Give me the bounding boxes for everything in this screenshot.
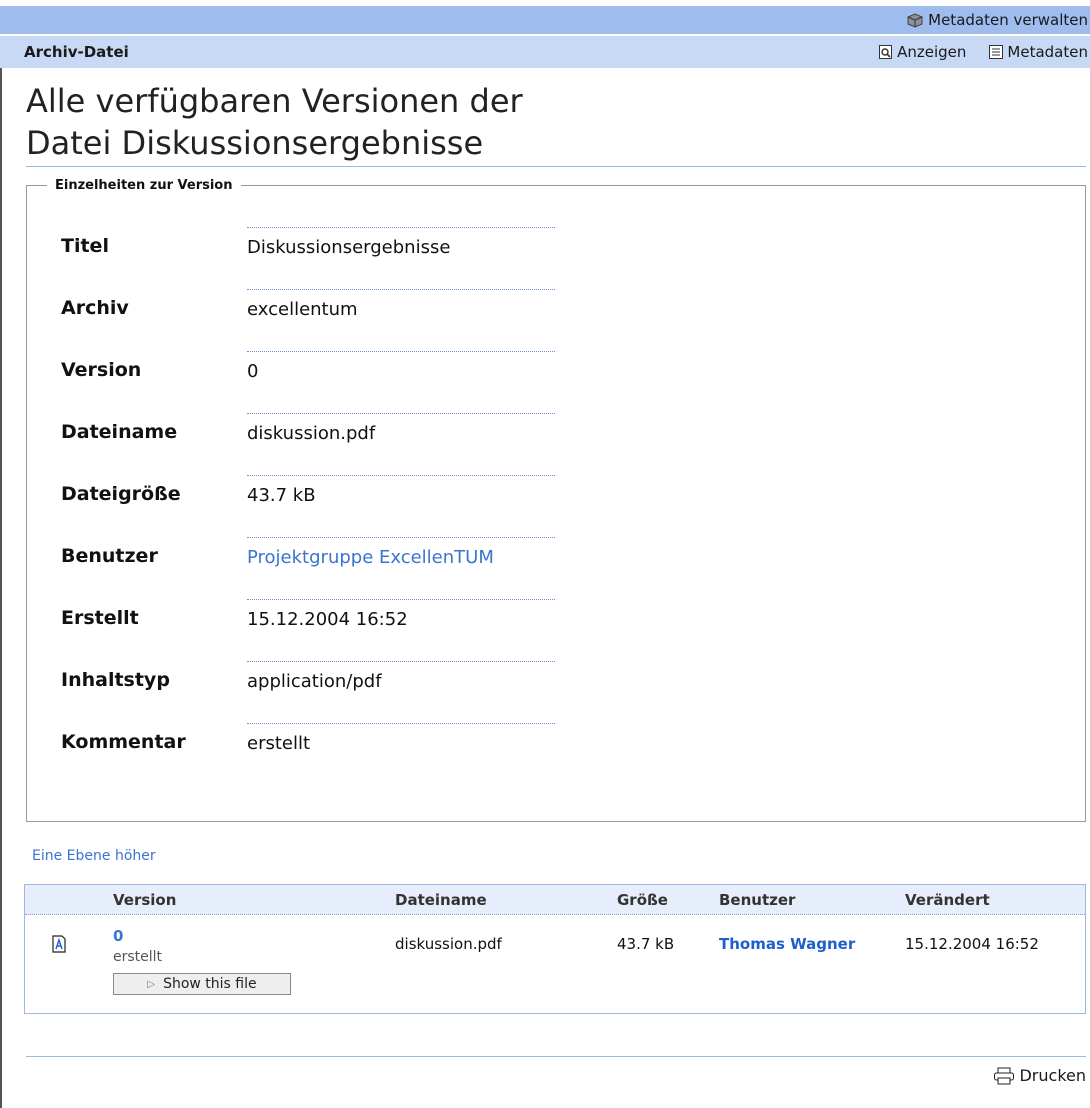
- metadata-label: Metadaten: [1007, 43, 1088, 61]
- table-header: Version Dateiname Größe Benutzer Verände…: [25, 885, 1085, 915]
- detail-row-filesize: Dateigröße 43.7 kB: [27, 465, 1087, 527]
- detail-row-filename: Dateiname diskussion.pdf: [27, 403, 1087, 465]
- magnifier-doc-icon: [879, 45, 893, 59]
- detail-value: 15.12.2004 16:52: [247, 609, 408, 630]
- page-title-line1: Alle verfügbaren Versionen der: [26, 82, 523, 120]
- row-divider: [247, 475, 555, 476]
- detail-label: Titel: [61, 235, 109, 257]
- row-divider: [247, 289, 555, 290]
- detail-value: 43.7 kB: [247, 485, 316, 506]
- row-divider: [247, 227, 555, 228]
- version-details: Einzelheiten zur Version Titel Diskussio…: [26, 178, 1086, 822]
- column-header-version: Version: [113, 891, 177, 909]
- detail-label: Archiv: [61, 297, 129, 319]
- detail-row-title: Titel Diskussionsergebnisse: [27, 217, 1087, 279]
- version-filename: diskussion.pdf: [395, 935, 502, 953]
- printer-icon: [994, 1067, 1015, 1084]
- section-title: Archiv-Datei: [24, 43, 129, 61]
- row-divider: [247, 599, 555, 600]
- detail-row-content-type: Inhaltstyp application/pdf: [27, 651, 1087, 713]
- column-header-size: Größe: [617, 891, 668, 909]
- footer-divider: [26, 1056, 1086, 1057]
- view-button[interactable]: Anzeigen: [878, 43, 966, 61]
- version-size: 43.7 kB: [617, 935, 675, 953]
- row-divider: [247, 413, 555, 414]
- detail-value: 0: [247, 361, 259, 382]
- detail-label: Kommentar: [61, 731, 186, 753]
- top-toolbar: Metadaten verwalten: [0, 6, 1090, 34]
- page-title-line2: Datei Diskussionsergebnisse: [26, 124, 484, 162]
- detail-value: erstellt: [247, 733, 311, 754]
- detail-value: Diskussionsergebnisse: [247, 237, 451, 258]
- row-divider: [247, 661, 555, 662]
- detail-label: Benutzer: [61, 545, 158, 567]
- view-label: Anzeigen: [897, 43, 967, 61]
- detail-label: Dateigröße: [61, 483, 181, 505]
- column-header-user: Benutzer: [719, 891, 796, 909]
- manage-metadata-label: Metadaten verwalten: [928, 11, 1088, 29]
- detail-label: Dateiname: [61, 421, 178, 443]
- user-link[interactable]: Projektgruppe ExcellenTUM: [247, 547, 494, 568]
- metadata-button[interactable]: Metadaten: [988, 43, 1088, 61]
- version-link[interactable]: 0: [113, 927, 123, 945]
- detail-row-archive: Archiv excellentum: [27, 279, 1087, 341]
- detail-row-created: Erstellt 15.12.2004 16:52: [27, 589, 1087, 651]
- detail-value: application/pdf: [247, 671, 382, 692]
- detail-value: excellentum: [247, 299, 358, 320]
- row-divider: [247, 537, 555, 538]
- details-legend: Einzelheiten zur Version: [55, 178, 233, 193]
- show-file-label: Show this file: [163, 976, 257, 992]
- box-icon: [907, 13, 923, 28]
- detail-label: Erstellt: [61, 607, 139, 629]
- detail-label: Version: [61, 359, 142, 381]
- title-divider: [26, 166, 1086, 167]
- manage-metadata-link[interactable]: Metadaten verwalten: [906, 11, 1088, 29]
- detail-label: Inhaltstyp: [61, 669, 170, 691]
- row-divider: [247, 723, 555, 724]
- column-header-filename: Dateiname: [395, 891, 487, 909]
- version-changed: 15.12.2004 16:52: [905, 935, 1039, 953]
- section-header: Archiv-Datei Anzeigen Metadaten: [0, 36, 1090, 68]
- play-icon: ▷: [147, 978, 156, 990]
- left-border: [0, 40, 2, 1108]
- pdf-file-icon[interactable]: [51, 935, 67, 957]
- page-title: Alle verfügbaren Versionen der Datei Dis…: [26, 80, 1086, 164]
- print-button[interactable]: Drucken: [993, 1066, 1086, 1085]
- list-doc-icon: [989, 45, 1004, 59]
- detail-row-comment: Kommentar erstellt: [27, 713, 1087, 775]
- detail-row-user: Benutzer Projektgruppe ExcellenTUM: [27, 527, 1087, 589]
- table-row: 0 erstellt diskussion.pdf 43.7 kB Thomas…: [25, 917, 1085, 1013]
- row-divider: [247, 351, 555, 352]
- up-one-level-link[interactable]: Eine Ebene höher: [32, 848, 156, 864]
- detail-value: diskussion.pdf: [247, 423, 376, 444]
- print-label: Drucken: [1019, 1066, 1086, 1085]
- show-file-button[interactable]: ▷ Show this file: [113, 973, 291, 995]
- version-comment: erstellt: [113, 949, 163, 965]
- column-header-changed: Verändert: [905, 891, 990, 909]
- versions-table: Version Dateiname Größe Benutzer Verände…: [24, 884, 1086, 1014]
- version-user-link[interactable]: Thomas Wagner: [719, 935, 855, 953]
- detail-row-version: Version 0: [27, 341, 1087, 403]
